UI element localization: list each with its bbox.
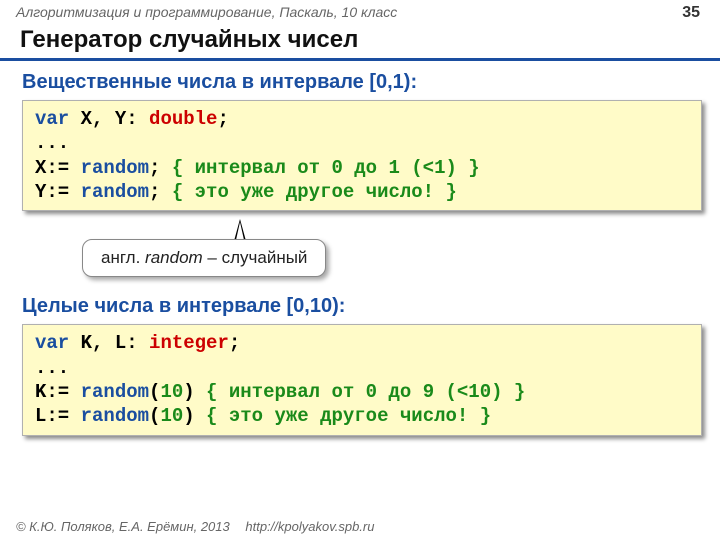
kw-var: var <box>35 332 69 354</box>
comment: { интервал от 0 до 9 (<10) } <box>195 381 526 403</box>
callout-pointer-icon <box>234 219 246 241</box>
kw-integer: integer <box>149 332 229 354</box>
content: Вещественные числа в интервале [0,1): va… <box>0 61 720 436</box>
copyright: © К.Ю. Поляков, Е.А. Ерёмин, 2013 <box>16 519 230 534</box>
arg10: 10 <box>160 405 183 427</box>
footer: © К.Ю. Поляков, Е.А. Ерёмин, 2013 http:/… <box>16 519 374 534</box>
arg10: 10 <box>160 381 183 403</box>
callout-box: англ. random – случайный <box>82 239 326 277</box>
callout-word: random <box>145 248 203 267</box>
kw-random: random <box>81 157 149 179</box>
callout-wrap: англ. random – случайный <box>82 221 702 287</box>
kw-var: var <box>35 108 69 130</box>
code-block-2: var K, L: integer; ... K:= random(10) { … <box>22 324 702 435</box>
kw-random: random <box>81 381 149 403</box>
kw-double: double <box>149 108 217 130</box>
comment: { это уже другое число! } <box>195 405 491 427</box>
comment: { интервал от 0 до 1 (<1) } <box>160 157 479 179</box>
course-label: Алгоритмизация и программирование, Паска… <box>16 4 397 20</box>
comment: { это уже другое число! } <box>160 181 456 203</box>
page-title: Генератор случайных чисел <box>0 24 720 61</box>
kw-random: random <box>81 181 149 203</box>
header-bar: Алгоритмизация и программирование, Паска… <box>0 0 720 24</box>
section2-heading: Целые числа в интервале [0,10): <box>22 295 702 318</box>
kw-random: random <box>81 405 149 427</box>
footer-url: http://kpolyakov.spb.ru <box>245 519 374 534</box>
page-number: 35 <box>682 4 700 22</box>
code-block-1: var X, Y: double; ... X:= random; { инте… <box>22 100 702 211</box>
section1-heading: Вещественные числа в интервале [0,1): <box>22 71 702 94</box>
